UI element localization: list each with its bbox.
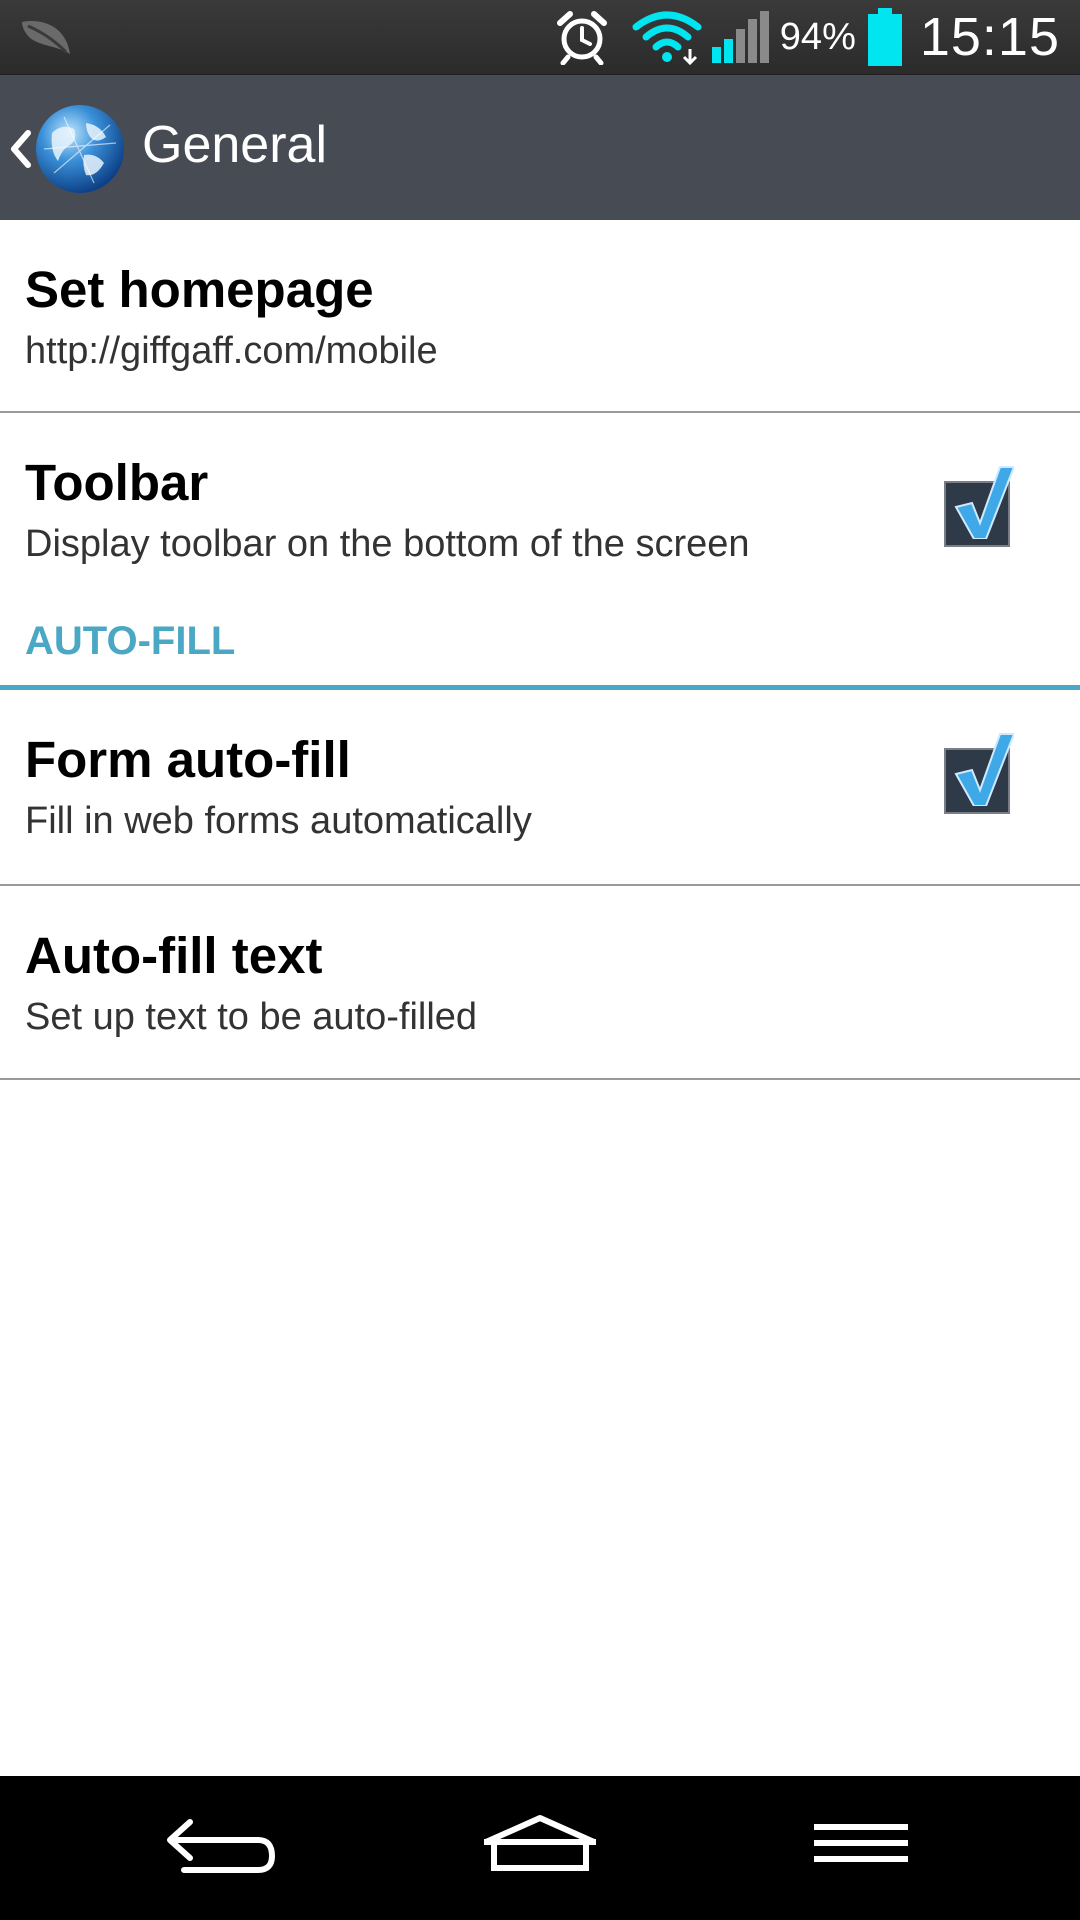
- menu-icon: [814, 1824, 908, 1862]
- wifi-icon: [632, 11, 702, 65]
- globe-icon[interactable]: [34, 103, 126, 195]
- autofill-text-title: Auto-fill text: [25, 927, 323, 984]
- status-icons: 94% 15:15: [554, 0, 1060, 74]
- alarm-icon: [556, 11, 607, 65]
- page-title: General: [142, 116, 327, 174]
- form-autofill-summary: Fill in web forms automatically: [25, 800, 532, 842]
- checkmark-icon: [954, 466, 1014, 539]
- set-homepage-value: http://giffgaff.com/mobile: [25, 330, 438, 372]
- autofill-text-summary: Set up text to be auto-filled: [25, 996, 478, 1038]
- form-autofill-checkbox[interactable]: [944, 733, 1014, 814]
- set-homepage-row[interactable]: Set homepage http://giffgaff.com/mobile: [0, 220, 1080, 413]
- toolbar-title: Toolbar: [25, 454, 209, 511]
- autofill-section-label: AUTO-FILL: [25, 619, 236, 663]
- back-icon: [167, 1819, 276, 1873]
- form-autofill-title: Form auto-fill: [25, 731, 351, 788]
- leaf-icon: [22, 21, 70, 54]
- battery-icon: [867, 8, 902, 66]
- status-bar: 94% 15:15: [0, 0, 1080, 74]
- toolbar-checkbox[interactable]: [944, 466, 1014, 547]
- settings-list: Set homepage http://giffgaff.com/mobile …: [0, 220, 1080, 1080]
- set-homepage-title: Set homepage: [25, 261, 374, 318]
- signal-icon: [711, 11, 769, 63]
- home-icon: [484, 1815, 596, 1871]
- form-autofill-row[interactable]: Form auto-fill Fill in web forms automat…: [0, 690, 1080, 886]
- checkmark-icon: [954, 733, 1014, 806]
- toolbar-row[interactable]: Toolbar Display toolbar on the bottom of…: [0, 413, 1080, 607]
- nav-home-button[interactable]: [450, 1804, 630, 1894]
- clock: 15:15: [919, 7, 1060, 67]
- navigation-bar: [0, 1776, 1080, 1920]
- action-bar: General: [0, 74, 1080, 220]
- nav-menu-button[interactable]: [770, 1804, 950, 1894]
- nav-back-button[interactable]: [130, 1804, 310, 1894]
- autofill-section-header: AUTO-FILL: [0, 607, 1080, 690]
- back-chevron-icon[interactable]: [8, 129, 32, 169]
- toolbar-summary: Display toolbar on the bottom of the scr…: [25, 523, 750, 565]
- autofill-text-row[interactable]: Auto-fill text Set up text to be auto-fi…: [0, 886, 1080, 1080]
- battery-percent: 94%: [779, 15, 856, 58]
